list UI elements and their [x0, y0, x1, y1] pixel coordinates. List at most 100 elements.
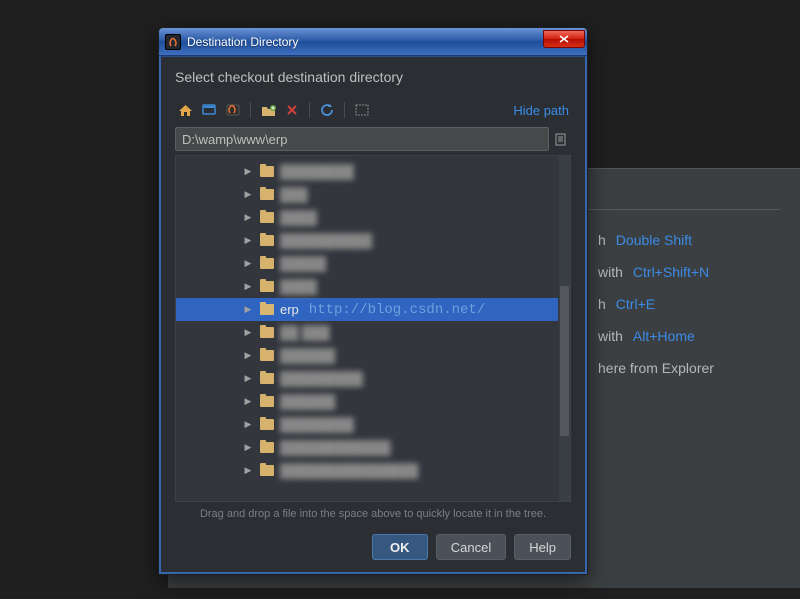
folder-icon — [260, 350, 274, 361]
expand-icon[interactable]: ▶ — [244, 467, 252, 475]
hint-row: with Ctrl+Shift+N — [598, 256, 780, 288]
home-icon[interactable] — [175, 100, 195, 120]
toolbar-separator — [309, 102, 310, 118]
keyboard-hints: h Double Shift with Ctrl+Shift+N h Ctrl+… — [598, 224, 780, 384]
ok-button[interactable]: OK — [372, 534, 428, 560]
toolbar-separator — [344, 102, 345, 118]
show-hidden-icon[interactable] — [352, 100, 372, 120]
folder-icon — [260, 327, 274, 338]
scrollbar-thumb[interactable] — [560, 286, 569, 436]
expand-icon[interactable]: ▶ — [244, 329, 252, 337]
expand-icon[interactable]: ▶ — [244, 237, 252, 245]
expand-icon[interactable]: ▶ — [244, 375, 252, 383]
expand-icon[interactable]: ▶ — [244, 306, 252, 314]
tree-item[interactable]: ▶ ███████████████ — [176, 459, 558, 482]
hint-row: with Alt+Home — [598, 320, 780, 352]
hint-key: Ctrl+E — [616, 296, 655, 312]
project-icon[interactable] — [223, 100, 243, 120]
path-row — [175, 127, 571, 151]
expand-icon[interactable]: ▶ — [244, 214, 252, 222]
tree-item-label: erp — [280, 302, 299, 317]
hide-path-link[interactable]: Hide path — [511, 103, 571, 118]
folder-icon — [260, 419, 274, 430]
tree-item-label: ████████████ — [280, 440, 391, 455]
expand-icon[interactable]: ▶ — [244, 191, 252, 199]
tree-item-label: ██████ — [280, 394, 335, 409]
tree-item[interactable]: ▶ █████████ — [176, 367, 558, 390]
tree-item[interactable]: ▶ ████ — [176, 206, 558, 229]
tree-item-label: █████ — [280, 256, 326, 271]
cancel-button[interactable]: Cancel — [436, 534, 506, 560]
hint-row: here from Explorer — [598, 352, 780, 384]
folder-icon — [260, 373, 274, 384]
tree-item[interactable]: ▶ ████████ — [176, 160, 558, 183]
tree-item-label: ████████ — [280, 417, 354, 432]
expand-icon[interactable]: ▶ — [244, 398, 252, 406]
tree-item[interactable]: ▶ ████████████ — [176, 436, 558, 459]
folder-icon — [260, 235, 274, 246]
expand-icon[interactable]: ▶ — [244, 352, 252, 360]
folder-icon — [260, 396, 274, 407]
drag-drop-hint: Drag and drop a file into the space abov… — [175, 502, 571, 530]
tree-item-label: ████████ — [280, 164, 354, 179]
tree-item[interactable]: ▶██████████ — [176, 229, 558, 252]
hint-key: Ctrl+Shift+N — [633, 264, 709, 280]
hint-row: h Ctrl+E — [598, 288, 780, 320]
help-button[interactable]: Help — [514, 534, 571, 560]
tree-scrollbar[interactable] — [559, 156, 570, 501]
directory-tree[interactable]: ▶████████▶███▶████▶██████████▶█████▶████… — [175, 155, 571, 502]
hint-text: with — [598, 328, 623, 344]
history-icon[interactable] — [549, 127, 571, 151]
hint-text: h — [598, 232, 606, 248]
tree-item-label: █████████ — [280, 371, 363, 386]
hint-key: Double Shift — [616, 232, 692, 248]
folder-icon — [260, 212, 274, 223]
tree-item[interactable]: ▶ erp http://blog.csdn.net/ — [176, 298, 558, 321]
destination-directory-dialog: Destination Directory Select checkout de… — [158, 27, 588, 575]
new-folder-icon[interactable] — [258, 100, 278, 120]
hint-text: here from Explorer — [598, 360, 714, 376]
tree-item[interactable]: ▶ ██████ — [176, 344, 558, 367]
folder-icon — [260, 258, 274, 269]
tree-item[interactable]: ▶ ███ — [176, 183, 558, 206]
folder-icon — [260, 166, 274, 177]
tree-item-label: ███ — [280, 187, 308, 202]
folder-icon — [260, 465, 274, 476]
refresh-icon[interactable] — [317, 100, 337, 120]
expand-icon[interactable]: ▶ — [244, 260, 252, 268]
folder-icon — [260, 189, 274, 200]
tree-item[interactable]: ▶ ██████ — [176, 390, 558, 413]
tree-item-label: ████ — [280, 210, 317, 225]
expand-icon[interactable]: ▶ — [244, 421, 252, 429]
hint-text: with — [598, 264, 623, 280]
folder-icon — [260, 304, 274, 315]
toolbar: Hide path — [175, 99, 571, 121]
expand-icon[interactable]: ▶ — [244, 168, 252, 176]
window-titlebar[interactable]: Destination Directory — [159, 28, 587, 56]
hint-text: h — [598, 296, 606, 312]
watermark-text: http://blog.csdn.net/ — [309, 302, 485, 318]
dialog-buttons: OK Cancel Help — [175, 530, 571, 560]
tree-item[interactable]: ▶ ████████ — [176, 413, 558, 436]
tree-item[interactable]: ▶ █████ — [176, 252, 558, 275]
desktop-icon[interactable] — [199, 100, 219, 120]
toolbar-separator — [250, 102, 251, 118]
tree-item-label: ███████████████ — [280, 463, 418, 478]
dialog-body: Select checkout destination directory — [159, 56, 587, 574]
path-input[interactable] — [175, 127, 549, 151]
folder-icon — [260, 281, 274, 292]
tree-item[interactable]: ▶██ ███ — [176, 321, 558, 344]
expand-icon[interactable]: ▶ — [244, 444, 252, 452]
tree-item-label: ████ — [280, 279, 317, 294]
close-button[interactable] — [543, 30, 585, 48]
tree-item-label: ██████ — [280, 348, 335, 363]
dialog-prompt: Select checkout destination directory — [175, 69, 571, 85]
expand-icon[interactable]: ▶ — [244, 283, 252, 291]
tree-item[interactable]: ▶ ████ — [176, 275, 558, 298]
folder-icon — [260, 442, 274, 453]
app-icon — [165, 34, 181, 50]
delete-icon[interactable] — [282, 100, 302, 120]
hint-key: Alt+Home — [633, 328, 695, 344]
window-title: Destination Directory — [187, 35, 543, 49]
hint-row: h Double Shift — [598, 224, 780, 256]
